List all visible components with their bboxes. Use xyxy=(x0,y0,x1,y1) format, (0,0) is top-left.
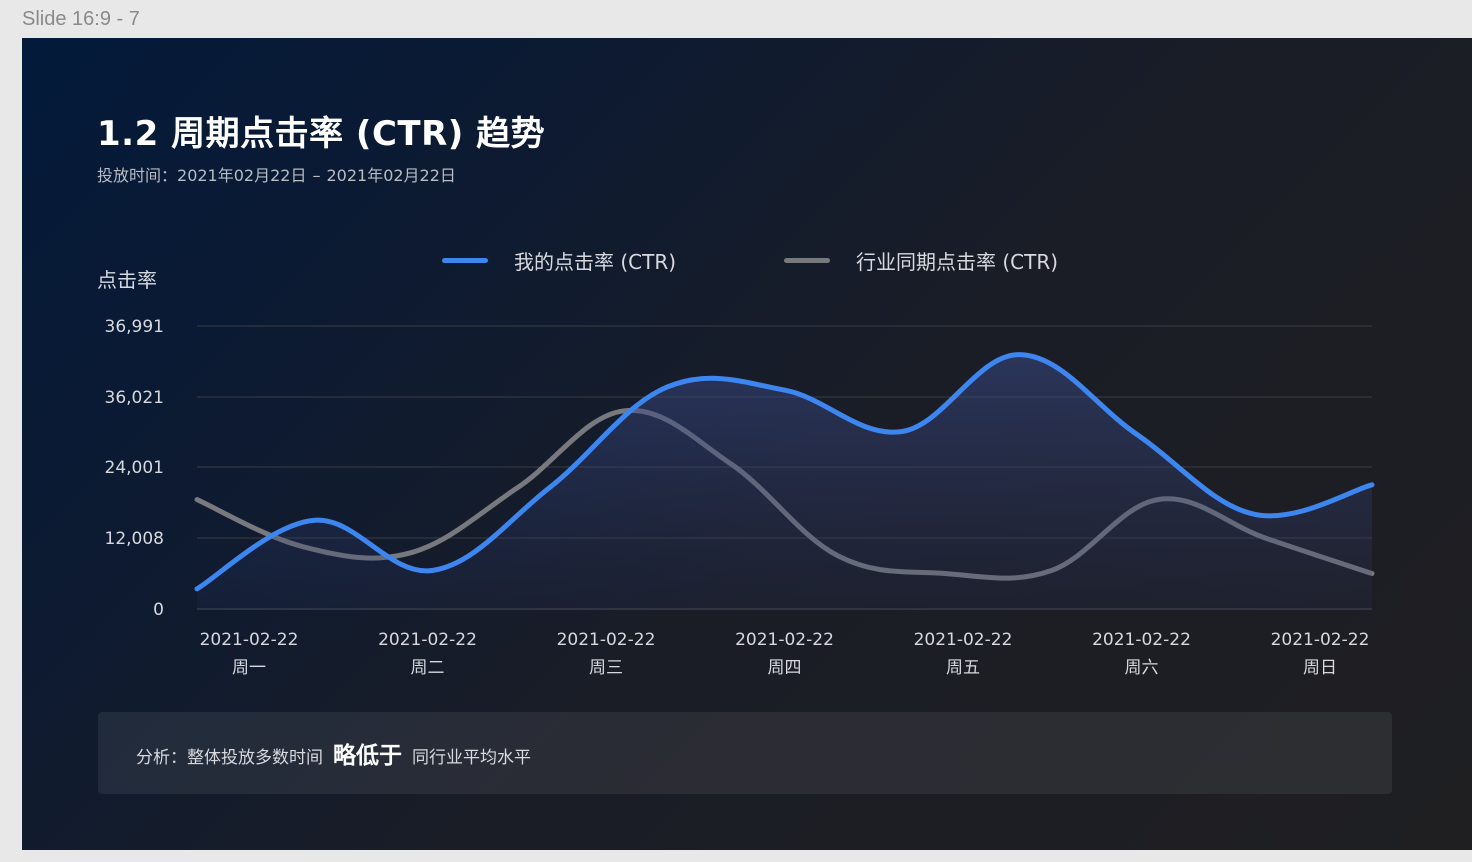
y-tick-label: 36,991 xyxy=(105,317,164,337)
frame-label: Slide 16:9 - 7 xyxy=(22,8,140,30)
x-tick-date: 2021-02-22 xyxy=(1271,630,1370,650)
analysis-text: 分析：整体投放多数时间 略低于 同行业平均水平 xyxy=(136,736,531,770)
analysis-prefix: 分析：整体投放多数时间 xyxy=(136,748,323,768)
analysis-highlight: 略低于 xyxy=(333,743,402,769)
x-tick-day: 周日 xyxy=(1303,658,1337,678)
x-tick-date: 2021-02-22 xyxy=(1092,630,1191,650)
x-tick-day: 周三 xyxy=(589,658,623,678)
x-tick-date: 2021-02-22 xyxy=(200,630,299,650)
x-tick-day: 周六 xyxy=(1125,658,1159,678)
y-tick-label: 24,001 xyxy=(105,458,164,478)
x-tick-date: 2021-02-22 xyxy=(378,630,477,650)
analysis-suffix: 同行业平均水平 xyxy=(412,748,531,768)
y-tick-label: 36,021 xyxy=(105,388,164,408)
x-tick-day: 周四 xyxy=(768,658,802,678)
y-tick-label: 12,008 xyxy=(105,529,164,549)
x-tick-day: 周二 xyxy=(411,658,445,678)
x-tick-day: 周一 xyxy=(232,658,266,678)
x-tick-date: 2021-02-22 xyxy=(914,630,1013,650)
analysis-box: 分析：整体投放多数时间 略低于 同行业平均水平 xyxy=(98,712,1392,794)
x-tick-date: 2021-02-22 xyxy=(557,630,656,650)
x-tick-date: 2021-02-22 xyxy=(735,630,834,650)
x-tick-day: 周五 xyxy=(946,658,980,678)
slide: 1.2 周期点击率 (CTR) 趋势 投放时间：2021年02月22日 –2021… xyxy=(22,38,1472,850)
y-tick-label: 0 xyxy=(153,600,164,620)
